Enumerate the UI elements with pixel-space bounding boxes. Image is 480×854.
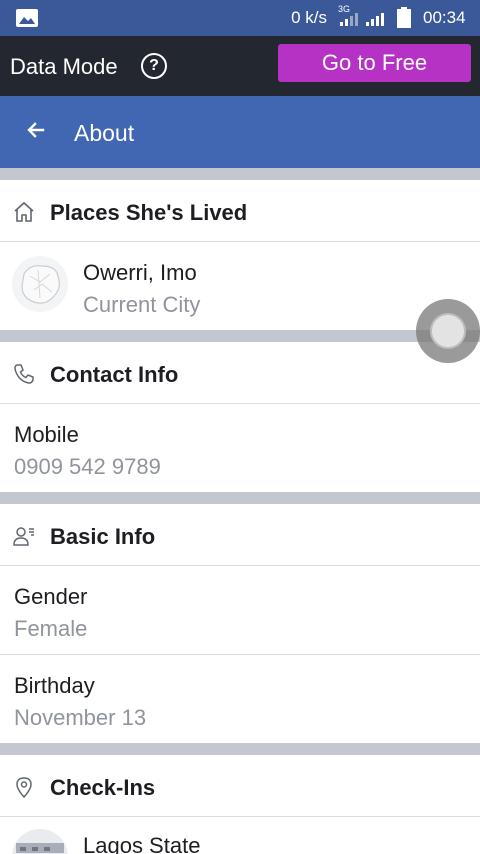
checkin-item[interactable]: Lagos State xyxy=(0,817,480,854)
checkins-header-text: Check-Ins xyxy=(50,775,156,800)
back-arrow-icon[interactable] xyxy=(24,118,48,142)
section-separator xyxy=(0,330,480,342)
help-icon[interactable]: ? xyxy=(141,53,167,79)
section-separator xyxy=(0,492,480,504)
basic-info-section-header: Basic Info xyxy=(0,506,480,566)
section-separator xyxy=(0,743,480,755)
data-mode-label: Data Mode xyxy=(10,54,118,79)
assistive-touch-inner xyxy=(430,313,466,349)
section-separator xyxy=(0,168,480,180)
phone-number: 0909 542 9789 xyxy=(14,454,161,479)
app-bar: About xyxy=(0,96,480,168)
contact-header-text: Contact Info xyxy=(50,362,179,387)
place-name: Owerri, Imo xyxy=(83,260,197,285)
birthday-label: Birthday xyxy=(14,673,95,698)
checkin-place-name: Lagos State xyxy=(83,833,201,854)
clock: 00:34 xyxy=(423,8,466,27)
basic-info-item-birthday[interactable]: Birthday November 13 xyxy=(0,655,480,743)
location-pin-icon xyxy=(16,777,32,799)
person-card-icon xyxy=(13,527,34,546)
basic-info-header-text: Basic Info xyxy=(50,524,156,549)
contact-item-mobile[interactable]: Mobile 0909 542 9789 xyxy=(0,404,480,492)
network-speed: 0 k/s xyxy=(291,8,327,27)
signal-strength-icon xyxy=(340,13,358,26)
data-mode-bar: Data Mode ? Go to Free xyxy=(0,36,480,96)
gender-value: Female xyxy=(14,616,88,641)
checkin-place-thumbnail xyxy=(12,829,68,854)
basic-info-item-gender[interactable]: Gender Female xyxy=(0,566,480,654)
gender-label: Gender xyxy=(14,584,88,609)
page-title: About xyxy=(74,120,135,146)
place-item[interactable]: Owerri, Imo Current City xyxy=(0,242,480,330)
assistive-touch-button[interactable] xyxy=(416,299,480,363)
checkins-section-header: Check-Ins xyxy=(0,757,480,817)
phone-icon xyxy=(14,364,34,384)
city-map-thumbnail xyxy=(12,256,68,312)
places-header-text: Places She's Lived xyxy=(50,200,248,225)
contact-section-header: Contact Info xyxy=(0,344,480,404)
place-type: Current City xyxy=(83,292,201,317)
battery-icon xyxy=(397,7,411,28)
status-bar: 0 k/s 3G 00:34 xyxy=(0,0,480,36)
contact-label: Mobile xyxy=(14,422,79,447)
gallery-notification-icon xyxy=(16,9,38,27)
birthday-value: November 13 xyxy=(14,705,147,730)
go-to-free-button[interactable]: Go to Free xyxy=(278,44,471,82)
home-icon xyxy=(14,201,34,222)
signal-strength-icon-2 xyxy=(366,13,384,26)
places-section-header: Places She's Lived xyxy=(0,182,480,242)
